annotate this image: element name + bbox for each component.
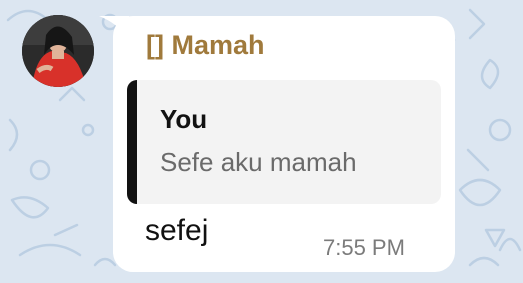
sender-name[interactable]: [] Mamah [146, 30, 265, 61]
reply-text: Sefe aku mamah [160, 147, 357, 177]
reply-accent-bar [127, 80, 137, 204]
avatar[interactable] [22, 15, 94, 87]
message-timestamp: 7:55 PM [323, 235, 405, 260]
reply-preview[interactable]: You Sefe aku mamah [127, 80, 441, 204]
contact-photo-icon [22, 15, 94, 87]
reply-author: You [160, 104, 208, 134]
message-text: sefej [145, 214, 209, 247]
